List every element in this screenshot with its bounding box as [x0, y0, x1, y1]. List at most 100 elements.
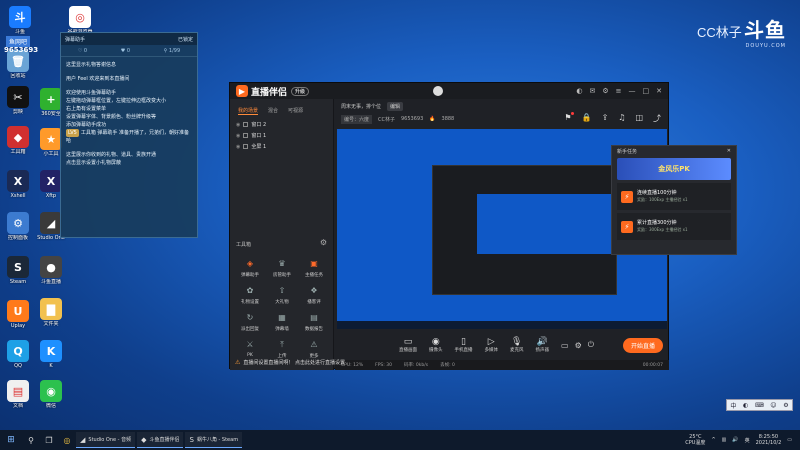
lock-icon[interactable]: 🔒 — [582, 113, 592, 124]
source-button[interactable]: 🎙 麦克风 — [510, 337, 524, 353]
volume-icon[interactable]: 🔊 — [732, 437, 738, 443]
tab-my-scenes[interactable]: 我的场景 — [238, 107, 259, 115]
ime-icon[interactable]: ⚙ — [783, 402, 788, 409]
gear-icon[interactable]: ⚙ — [575, 341, 582, 350]
taskbar-app[interactable]: S 蜗牛八角 - Steam — [185, 432, 243, 448]
ime-icon[interactable]: ◐ — [743, 402, 748, 409]
app-titlebar[interactable]: ▶ 直播伴侣 升级 ◐ ✉ ⚙ ≡ — □ ✕ — [230, 83, 668, 99]
desktop-icon[interactable]: ● 斗鱼直播 — [36, 256, 66, 285]
desktop-icon[interactable]: ◉ 微信 — [36, 380, 66, 409]
eye-icon[interactable]: ◉ — [236, 133, 240, 139]
taskbar-app[interactable]: ◢ Studio One - 音频 — [76, 432, 136, 448]
toolbox-tool[interactable]: ♛ 房管助手 — [266, 257, 298, 278]
task-popup[interactable]: 新手任务 ✕ 金风乐PK ⚡ 连续直播100分钟 奖励：100Exp 主播经验 … — [611, 145, 737, 255]
maximize-icon[interactable]: □ — [642, 87, 649, 95]
windows-start-icon[interactable]: ⊞ — [0, 435, 22, 445]
network-icon[interactable]: ▥ — [722, 437, 727, 443]
tray-up-icon[interactable]: ^ — [711, 437, 715, 443]
bell-icon[interactable]: ♫ — [618, 113, 625, 124]
source-button[interactable]: ▭ 直播画面 — [399, 337, 417, 353]
clock[interactable]: 8:25:50 2021/10/2 — [756, 434, 782, 446]
desktop-icon[interactable]: ◎谷歌浏览器 — [65, 6, 95, 35]
close-icon[interactable]: ✕ — [656, 87, 662, 95]
eye-icon[interactable]: ◉ — [236, 144, 240, 150]
toolbox-tool[interactable]: ▣ 主播任务 — [298, 257, 330, 278]
source-button[interactable]: ▯ 手机直播 — [455, 337, 473, 353]
scene-item[interactable]: ◉ 窗口 1 — [230, 130, 333, 141]
desktop-icon[interactable]: 斗斗鱼 — [5, 6, 35, 35]
eye-icon[interactable]: ◉ — [236, 122, 240, 128]
desktop-icon[interactable]: ▤ 文档 — [3, 380, 33, 409]
chat-lock-status[interactable]: 已锁定 — [178, 36, 193, 43]
live-companion-window[interactable]: ▶ 直播伴侣 升级 ◐ ✉ ⚙ ≡ — □ ✕ 我的场景 混合 可视源 ◉ 窗口… — [229, 82, 737, 370]
chat-header[interactable]: 弹幕助手 已锁定 — [61, 33, 197, 45]
danmu-chat-panel[interactable]: 弹幕助手 已锁定 ♡ 0 ♥ 0 ⚲ 1/99 这里显示礼物答谢信息 用户 Fee… — [60, 32, 198, 238]
desktop-icon[interactable]: ▇ 文件夹 — [36, 298, 66, 327]
lock-checkbox[interactable] — [243, 144, 249, 149]
notice-text[interactable]: 直播间设置直播间啊！ 点击此处进行直播设置 — [243, 359, 345, 366]
camera-settings-icon[interactable]: ▭ — [561, 341, 569, 350]
message-icon[interactable]: ✉ — [589, 87, 595, 95]
live-title[interactable]: 周末无事，排个位 — [341, 103, 381, 110]
desktop-icon[interactable]: X Xshell — [3, 170, 33, 199]
lock-checkbox[interactable] — [243, 122, 249, 127]
desktop-icon[interactable]: KK — [36, 340, 66, 369]
ime-icon[interactable]: ⌨ — [755, 402, 764, 409]
skin-icon[interactable]: ◐ — [576, 87, 582, 95]
source-button[interactable]: 🔊 扬声器 — [536, 337, 550, 353]
search-icon[interactable]: ⚲ — [22, 436, 40, 445]
bag-icon[interactable]: ◫ — [635, 113, 643, 124]
ime-label[interactable]: 英 — [745, 437, 750, 444]
ime-icon[interactable]: 中 — [730, 401, 736, 410]
toolbox-tool[interactable]: ✿ 礼物设置 — [234, 284, 266, 305]
menu-icon[interactable]: ≡ — [616, 87, 622, 95]
toolbox-tool[interactable]: ⇧ 大礼物 — [266, 284, 298, 305]
tab-mix[interactable]: 混合 — [268, 107, 278, 115]
lock-checkbox[interactable] — [243, 133, 249, 138]
desktop-icon[interactable]: Q QQ — [3, 340, 33, 369]
more-share-icon[interactable]: ⤴ — [653, 113, 661, 124]
input-method-toolbar[interactable]: 中 ◐ ⌨ ☺ ⚙ — [726, 399, 793, 411]
scene-item[interactable]: ◉ 全屏 1 — [230, 141, 333, 152]
task-banner[interactable]: 金风乐PK — [617, 158, 731, 180]
toolbox-tool[interactable]: ◈ 弹幕助手 — [234, 257, 266, 278]
scene-item[interactable]: ◉ 窗口 2 — [230, 119, 333, 130]
start-live-button[interactable]: 开始直播 — [622, 337, 663, 353]
toolbox-settings-icon[interactable]: ⚙ — [320, 238, 327, 247]
desktop-icon[interactable]: ◆ 工具箱 — [3, 126, 33, 155]
task-item[interactable]: ⚡ 连续直播100分钟 奖励：100Exp 主播经验 x1 — [617, 183, 731, 210]
desktop-icon[interactable]: ✂ 剪映 — [3, 86, 33, 115]
app-upgrade-badge[interactable]: 升级 — [291, 86, 310, 96]
desktop-icon[interactable]: S Steam — [3, 256, 33, 285]
chrome-icon[interactable]: ◎ — [58, 436, 76, 445]
toolbox-tool[interactable]: ↻ 派出回复 — [234, 311, 266, 332]
settings-icon[interactable]: ⚙ — [602, 87, 608, 95]
edit-title-button[interactable]: 编辑 — [387, 101, 404, 111]
source-label: 摄像头 — [429, 348, 443, 353]
close-icon[interactable]: ✕ — [727, 148, 731, 154]
taskbar-app[interactable]: ◆ 斗鱼直播伴侣 — [137, 432, 184, 448]
source-button[interactable]: ▷ 多媒体 — [485, 337, 499, 353]
share-icon[interactable]: ⇪ — [602, 113, 609, 124]
weather-widget[interactable]: 25°C CPU温度 — [685, 434, 705, 446]
desktop-icon[interactable]: 🗑 回收站 — [3, 50, 33, 79]
task-item[interactable]: ⚡ 累计直播300分钟 奖励：300Exp 主播经验 x1 — [617, 213, 731, 240]
desktop-icon[interactable]: U Uplay — [3, 300, 33, 329]
live-timer: 00:00:07 — [642, 362, 663, 368]
setup-notice[interactable]: ⚠ 直播间设置直播间啊！ 点击此处进行直播设置 — [229, 355, 439, 369]
room-category[interactable]: 编号：六度 — [341, 114, 373, 124]
tab-sources[interactable]: 可视源 — [288, 107, 303, 115]
toolbox-tool[interactable]: ▦ 弹幕墙 — [266, 311, 298, 332]
power-icon[interactable]: ⏻ — [588, 340, 594, 350]
ime-icon[interactable]: ☺ — [770, 402, 776, 409]
toolbox-tool[interactable]: ▤ 数据报告 — [298, 311, 330, 332]
gift-icon[interactable]: ⚑ — [564, 112, 574, 124]
task-view-icon[interactable]: ❐ — [40, 436, 58, 445]
app-icon: ▤ — [7, 380, 29, 402]
user-avatar[interactable] — [432, 86, 443, 96]
desktop-icon[interactable]: ⚙ 控制面板 — [3, 212, 33, 241]
notification-icon[interactable]: ▭ — [787, 437, 792, 443]
toolbox-tool[interactable]: ❖ 播客评 — [298, 284, 330, 305]
minimize-icon[interactable]: — — [628, 87, 635, 95]
source-button[interactable]: ◉ 摄像头 — [429, 337, 443, 353]
